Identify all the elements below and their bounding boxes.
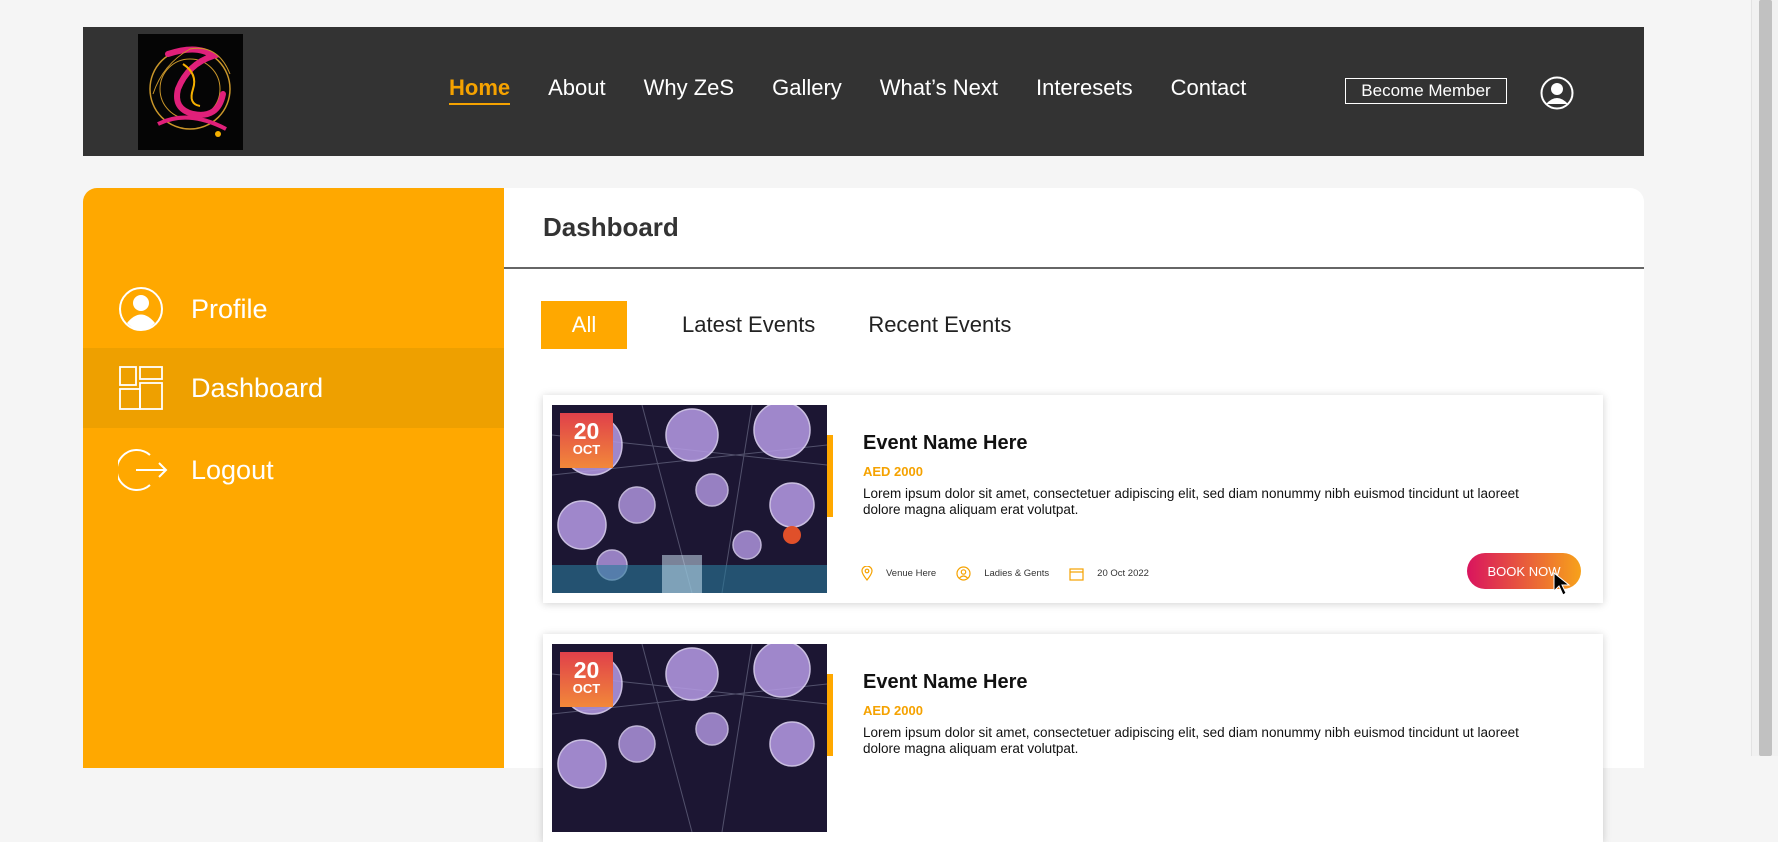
event-month: OCT <box>572 442 601 457</box>
logout-icon <box>115 447 168 493</box>
sidebar-item-dashboard[interactable]: Dashboard <box>83 348 504 428</box>
location-pin-icon <box>861 566 873 581</box>
nav-why-zes[interactable]: Why ZeS <box>644 75 734 105</box>
nav-home[interactable]: Home <box>449 75 511 105</box>
become-member-button[interactable]: Become Member <box>1345 78 1507 104</box>
user-circle-icon <box>118 286 164 332</box>
event-description: Lorem ipsum dolor sit amet, consectetuer… <box>863 486 1519 517</box>
nav-interesets[interactable]: Interesets <box>1036 75 1133 105</box>
event-day: 20 <box>573 418 600 444</box>
nav-whats-next[interactable]: What’s Next <box>880 75 998 105</box>
sidebar-item-label: Dashboard <box>191 372 324 403</box>
zes-logo[interactable] <box>138 34 243 150</box>
event-audience: Ladies & Gents <box>956 566 1049 581</box>
date-text: 20 Oct 2022 <box>1097 568 1149 579</box>
main-nav: Home About Why ZeS Gallery What’s Next I… <box>449 75 1246 105</box>
user-account-icon[interactable] <box>1540 76 1574 110</box>
tab-recent-events[interactable]: Recent Events <box>868 312 1011 338</box>
event-price: AED 2000 <box>863 703 923 718</box>
event-meta: Venue Here Ladies & Gents 20 Oct 2022 <box>861 566 1169 581</box>
event-date-badge: 20 OCT <box>560 413 613 468</box>
sidebar-item-label: Logout <box>191 454 274 485</box>
mouse-cursor-icon <box>1553 571 1573 600</box>
event-card: 20 OCT Event Name Here AED 2000 Lorem ip… <box>543 395 1603 603</box>
sidebar-item-logout[interactable]: Logout <box>83 430 504 510</box>
nav-gallery[interactable]: Gallery <box>772 75 842 105</box>
sidebar: Profile Dashboard Logout <box>83 188 504 768</box>
page-title: Dashboard <box>543 212 679 242</box>
person-icon <box>956 566 971 581</box>
venue-text: Venue Here <box>886 568 937 579</box>
event-date-badge: 20 OCT <box>560 652 613 707</box>
card-accent-bar <box>827 435 833 517</box>
event-date: 20 Oct 2022 <box>1069 567 1149 581</box>
nav-about[interactable]: About <box>548 75 606 105</box>
top-navbar: Home About Why ZeS Gallery What’s Next I… <box>83 27 1644 156</box>
event-price: AED 2000 <box>863 464 923 479</box>
event-day: 20 <box>573 657 600 683</box>
scrollbar-thumb[interactable] <box>1759 0 1772 756</box>
tab-all[interactable]: All <box>541 301 627 349</box>
dashboard-panel: Dashboard All Latest Events Recent Event… <box>504 188 1644 842</box>
event-description: Lorem ipsum dolor sit amet, consectetuer… <box>863 725 1519 756</box>
event-tabs: All Latest Events Recent Events <box>541 301 1064 349</box>
sidebar-item-label: Profile <box>191 293 268 324</box>
divider <box>504 267 1644 269</box>
event-card: 20 OCT Event Name Here AED 2000 Lorem ip… <box>543 634 1603 842</box>
event-name[interactable]: Event Name Here <box>863 671 1028 694</box>
dashboard-icon <box>118 365 164 411</box>
tab-latest-events[interactable]: Latest Events <box>682 312 815 338</box>
card-accent-bar <box>827 674 833 756</box>
nav-contact[interactable]: Contact <box>1171 75 1247 105</box>
event-image: 20 OCT <box>552 644 827 832</box>
event-venue: Venue Here <box>861 566 936 581</box>
page-scrollbar[interactable] <box>1751 0 1778 756</box>
event-name[interactable]: Event Name Here <box>863 432 1028 455</box>
event-month: OCT <box>572 681 601 696</box>
audience-text: Ladies & Gents <box>984 568 1050 579</box>
event-image: 20 OCT <box>552 405 827 593</box>
calendar-icon <box>1069 567 1084 581</box>
sidebar-item-profile[interactable]: Profile <box>83 269 504 349</box>
